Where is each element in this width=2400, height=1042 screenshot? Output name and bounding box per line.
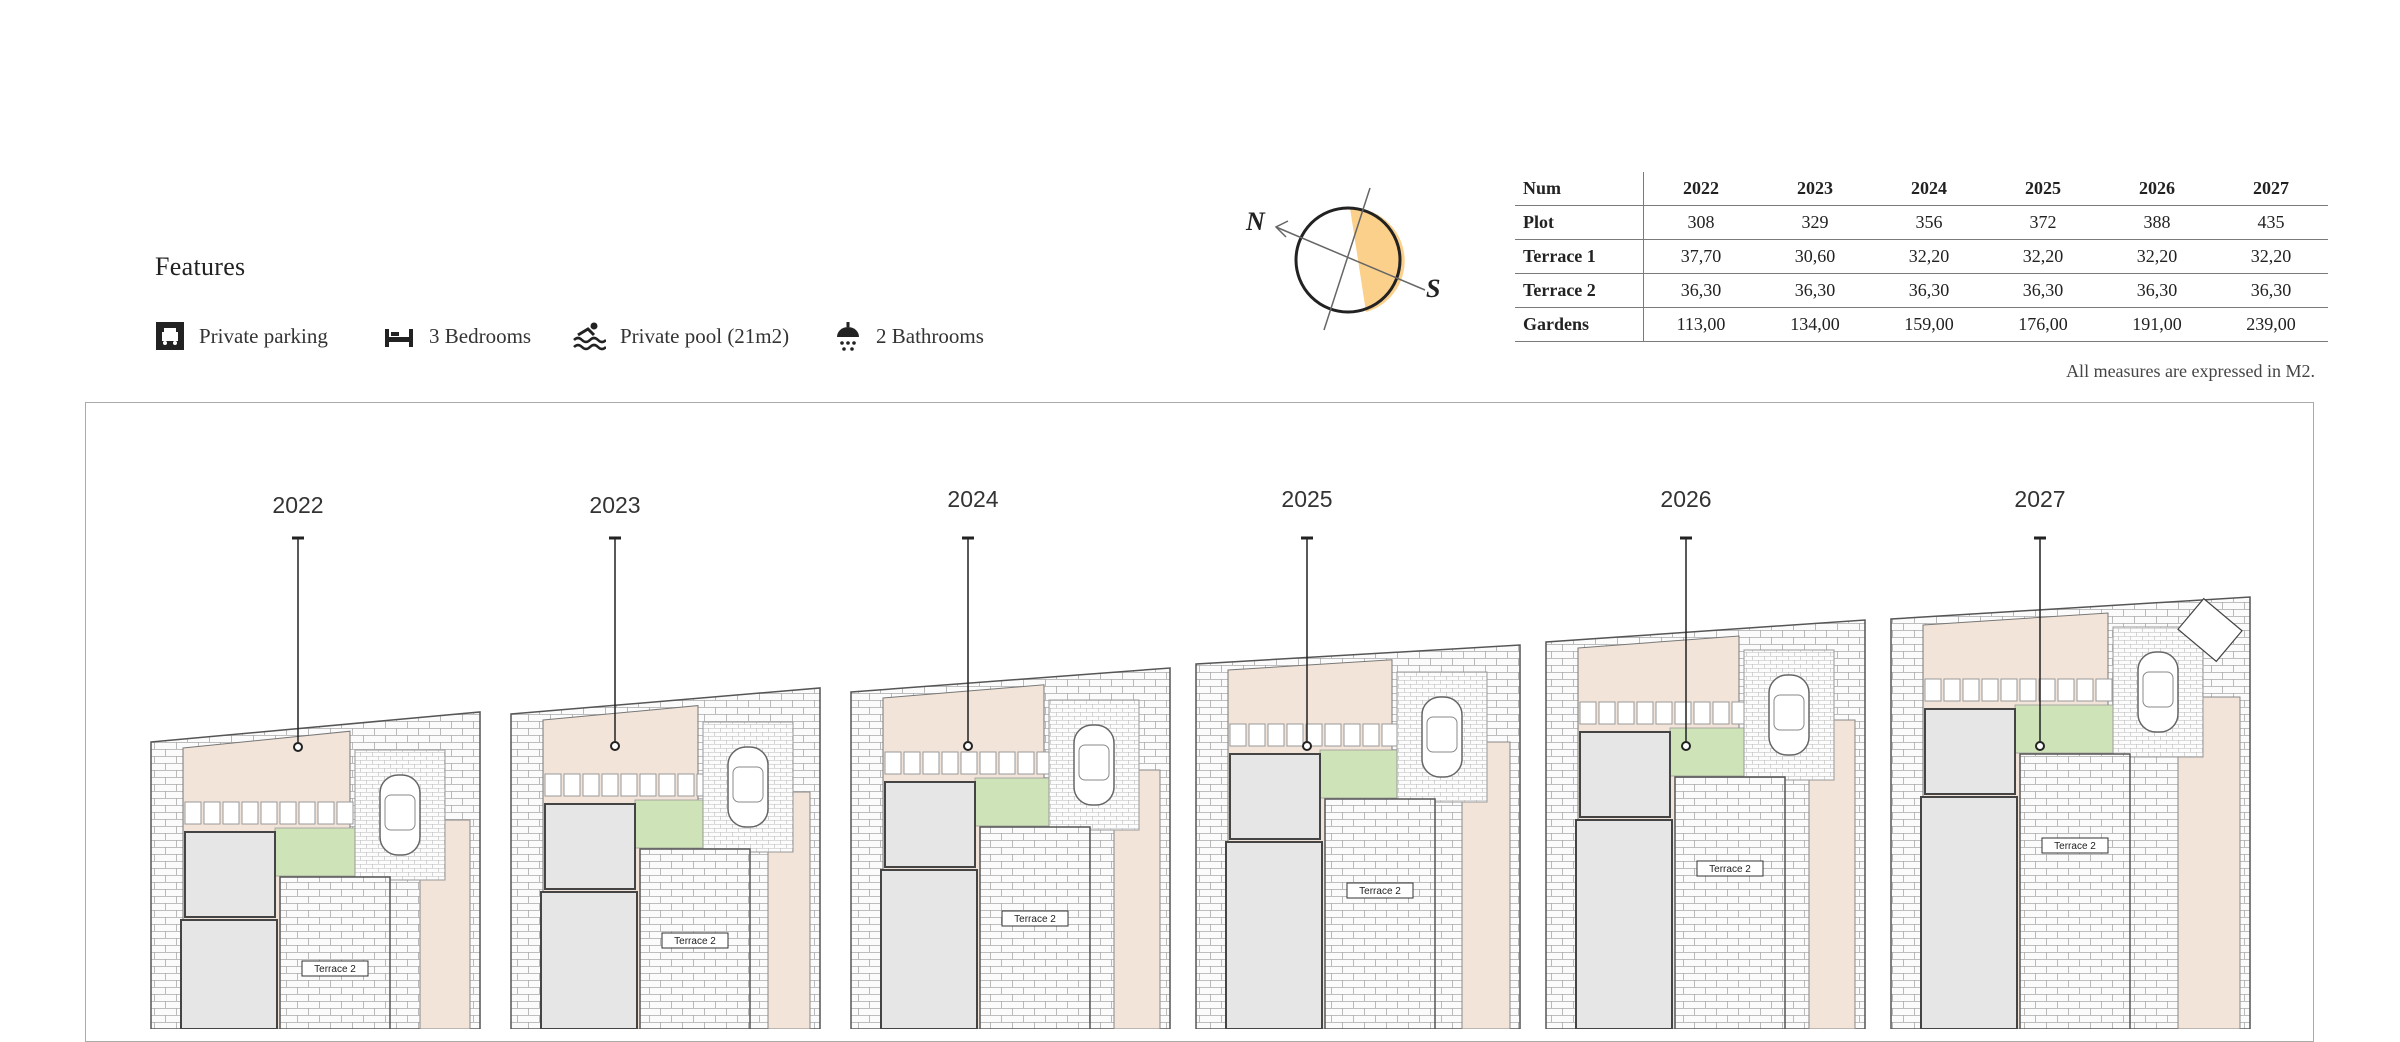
pool-tile xyxy=(922,751,940,775)
pool-tile xyxy=(1324,723,1342,747)
building-block xyxy=(540,891,638,1029)
car-outline xyxy=(1421,696,1463,778)
pool-tile xyxy=(1286,723,1304,747)
site-plan: Terrace 2 Terrace 2 Terrace 2 Terrace 2 Terr… xyxy=(150,536,2251,1029)
unit-label-2025: 2025 xyxy=(1281,486,1333,512)
car-outline xyxy=(379,774,421,856)
unit-label-2027: 2027 xyxy=(2014,486,2066,512)
pool-tile xyxy=(184,801,202,825)
pool-tile xyxy=(563,773,581,797)
building-block xyxy=(1225,841,1323,1029)
building-block xyxy=(884,781,976,868)
pool-tile xyxy=(260,801,278,825)
terrace-2-paving xyxy=(979,826,1091,1029)
terrace-2-paving xyxy=(1674,776,1786,1029)
pool-tile xyxy=(1655,701,1673,725)
pool-tile xyxy=(1381,723,1399,747)
building-block xyxy=(1920,796,2018,1029)
pool-tile xyxy=(2019,678,2037,702)
pool-tile xyxy=(941,751,959,775)
unit-pin-dot xyxy=(293,742,303,752)
pool-tile xyxy=(979,751,997,775)
pool-tile xyxy=(317,801,335,825)
car-outline xyxy=(1768,674,1810,756)
car-outline xyxy=(1073,724,1115,806)
terrace-2-label: Terrace 2 xyxy=(2054,841,2096,852)
pool-tile xyxy=(2038,678,2056,702)
terrace-2-paving xyxy=(2019,753,2131,1029)
unit-label-2023: 2023 xyxy=(589,492,641,518)
pool-tile xyxy=(298,801,316,825)
pool-tile xyxy=(279,801,297,825)
pool-tile xyxy=(2095,678,2113,702)
pool-tile xyxy=(903,751,921,775)
unit-label-2026: 2026 xyxy=(1660,486,1712,512)
pool-tile xyxy=(884,751,902,775)
pool-tile xyxy=(1248,723,1266,747)
building-block xyxy=(180,919,278,1029)
pool-tile xyxy=(960,751,978,775)
unit-pin-dot xyxy=(963,741,973,751)
pool-tile xyxy=(677,773,695,797)
pool-tile xyxy=(1924,678,1942,702)
building-block xyxy=(1229,753,1321,840)
unit-pin-dot xyxy=(610,741,620,751)
pool-tile xyxy=(639,773,657,797)
pool-tile xyxy=(1712,701,1730,725)
pool-tile xyxy=(620,773,638,797)
pool-tile xyxy=(1693,701,1711,725)
terrace-2-label: Terrace 2 xyxy=(1709,864,1751,875)
car-outline xyxy=(727,746,769,828)
car-outline xyxy=(2137,651,2179,733)
pool-tile xyxy=(1962,678,1980,702)
building-block xyxy=(1579,731,1671,818)
building-block xyxy=(880,869,978,1029)
pool-tile xyxy=(2057,678,2075,702)
pool-tile xyxy=(1229,723,1247,747)
building-block xyxy=(544,803,636,890)
pool-tile xyxy=(1617,701,1635,725)
terrace-2-paving xyxy=(279,876,391,1029)
unit-pin-dot xyxy=(2035,741,2045,751)
terrace-2-label: Terrace 2 xyxy=(1014,914,1056,925)
building-block xyxy=(1575,819,1673,1029)
pool-tile xyxy=(544,773,562,797)
pool-tile xyxy=(658,773,676,797)
pool-tile xyxy=(1598,701,1616,725)
terrace-2-paving xyxy=(1324,798,1436,1029)
pool-tile xyxy=(1636,701,1654,725)
pool-tile xyxy=(1674,701,1692,725)
pool-tile xyxy=(2000,678,2018,702)
terrace-2-label: Terrace 2 xyxy=(1359,886,1401,897)
pool-tile xyxy=(1943,678,1961,702)
pool-tile xyxy=(203,801,221,825)
terrace-2-label: Terrace 2 xyxy=(674,936,716,947)
pool-tile xyxy=(1362,723,1380,747)
pool-tile xyxy=(998,751,1016,775)
pool-tile xyxy=(1017,751,1035,775)
building-block xyxy=(184,831,276,918)
plots-group: Terrace 2 Terrace 2 Terrace 2 Terrace 2 Terr… xyxy=(150,536,2251,1029)
pool-tile xyxy=(582,773,600,797)
pool-tile xyxy=(1981,678,1999,702)
pool-tile xyxy=(222,801,240,825)
building-block xyxy=(1924,708,2016,795)
pool-tile xyxy=(1343,723,1361,747)
lawn-area xyxy=(2014,704,2126,754)
unit-label-2022: 2022 xyxy=(272,492,324,518)
unit-label-2024: 2024 xyxy=(947,486,999,512)
pool-tile xyxy=(1267,723,1285,747)
terrace-2-label: Terrace 2 xyxy=(314,964,356,975)
pool-tile xyxy=(241,801,259,825)
unit-pin-dot xyxy=(1302,741,1312,751)
pool-tile xyxy=(601,773,619,797)
pool-tile xyxy=(1579,701,1597,725)
pool-tile xyxy=(336,801,354,825)
pool-tile xyxy=(2076,678,2094,702)
unit-pin-dot xyxy=(1681,741,1691,751)
